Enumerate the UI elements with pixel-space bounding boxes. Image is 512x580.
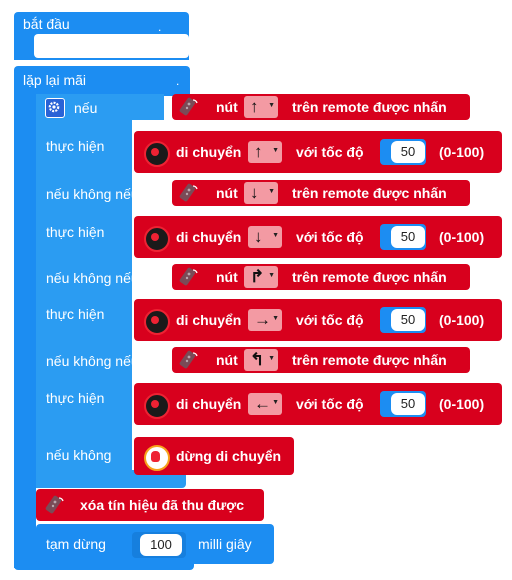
pressed-label: trên remote được nhấn	[292, 352, 447, 368]
forever-label: lặp lại mãi	[23, 72, 87, 88]
move-block-3[interactable]: di chuyển → ▼ với tốc độ 50 (0-100)	[134, 299, 502, 341]
gear-icon[interactable]	[45, 98, 65, 118]
arrow-left-icon: ←	[254, 394, 271, 413]
range-label: (0-100)	[439, 144, 485, 160]
direction-dropdown[interactable]: → ▼	[248, 309, 282, 331]
chevron-down-icon: ▼	[268, 102, 275, 109]
stop-label: dừng di chuyển	[176, 448, 282, 464]
speed-input[interactable]: 50	[391, 141, 425, 163]
chevron-down-icon: ▼	[272, 232, 279, 239]
do-label-3: thực hiện	[46, 306, 105, 322]
pressed-label: trên remote được nhấn	[292, 185, 447, 201]
start-slot	[34, 34, 189, 58]
remote-icon	[179, 350, 198, 369]
do-label-2: thực hiện	[46, 224, 105, 240]
arrow-up-icon: ↑	[254, 142, 263, 161]
chevron-down-icon: ▼	[268, 188, 275, 195]
range-label: (0-100)	[439, 312, 485, 328]
speed-label: với tốc độ	[296, 396, 364, 412]
button-dropdown[interactable]: ↑ ▼	[244, 96, 278, 118]
start-label: bắt đầu	[23, 16, 70, 32]
chevron-down-icon: ▼	[268, 355, 275, 362]
arrow-up-icon: ↑	[250, 97, 259, 116]
arrow-down-icon: ↓	[250, 183, 259, 202]
move-label: di chuyển	[176, 396, 242, 412]
do-label-4: thực hiện	[46, 390, 105, 406]
move-label: di chuyển	[176, 229, 242, 245]
remote-icon	[45, 495, 64, 514]
turn-left-icon: ↰	[250, 350, 265, 369]
move-block-1[interactable]: di chuyển ↑ ▼ với tốc độ 50 (0-100)	[134, 131, 502, 173]
arrow-down-icon: ↓	[254, 227, 263, 246]
arrow-right-icon: →	[254, 310, 271, 329]
move-label: di chuyển	[176, 144, 242, 160]
speed-input[interactable]: 50	[391, 309, 425, 331]
speed-input[interactable]: 50	[391, 226, 425, 248]
chevron-down-icon: ▼	[272, 147, 279, 154]
button-dropdown[interactable]: ↱ ▼	[244, 266, 278, 288]
stop-block[interactable]: dừng di chuyển	[134, 437, 294, 475]
pause-label: tạm dừng	[46, 536, 106, 552]
remote-condition-4[interactable]: nút ↰ ▼ trên remote được nhấn	[172, 347, 470, 373]
button-label: nút	[216, 185, 238, 201]
move-block-2[interactable]: di chuyển ↓ ▼ với tốc độ 50 (0-100)	[134, 216, 502, 258]
else-if-label-3: nếu không nếu	[46, 353, 139, 369]
do-label-1: thực hiện	[46, 138, 105, 154]
robot-wheel-icon	[144, 226, 170, 252]
speed-label: với tốc độ	[296, 144, 364, 160]
range-label: (0-100)	[439, 396, 485, 412]
robot-wheel-icon	[144, 141, 170, 167]
speed-label: với tốc độ	[296, 229, 364, 245]
pause-duration-input[interactable]: 100	[140, 534, 182, 556]
robot-wheel-icon	[144, 393, 170, 419]
remote-icon	[179, 97, 198, 116]
speed-input[interactable]: 50	[391, 393, 425, 415]
if-label: nếu	[74, 100, 98, 116]
forever-arm	[14, 90, 36, 568]
turn-right-icon: ↱	[250, 267, 265, 286]
speed-label: với tốc độ	[296, 312, 364, 328]
hand-stop-icon	[144, 445, 170, 471]
range-label: (0-100)	[439, 229, 485, 245]
remote-condition-3[interactable]: nút ↱ ▼ trên remote được nhấn	[172, 264, 470, 290]
clear-signal-block[interactable]: xóa tín hiệu đã thu được	[36, 489, 264, 521]
direction-dropdown[interactable]: ↓ ▼	[248, 226, 282, 248]
button-label: nút	[216, 269, 238, 285]
pause-block[interactable]: tạm dừng 100 milli giây	[36, 524, 274, 564]
remote-icon	[179, 183, 198, 202]
else-label: nếu không	[46, 447, 112, 463]
button-dropdown[interactable]: ↓ ▼	[244, 182, 278, 204]
button-label: nút	[216, 99, 238, 115]
chevron-down-icon: ▼	[268, 272, 275, 279]
robot-wheel-icon	[144, 309, 170, 335]
chevron-down-icon: ▼	[272, 399, 279, 406]
pressed-label: trên remote được nhấn	[292, 99, 447, 115]
button-label: nút	[216, 352, 238, 368]
button-dropdown[interactable]: ↰ ▼	[244, 349, 278, 371]
else-if-label-2: nếu không nếu	[46, 270, 139, 286]
else-if-label-1: nếu không nếu	[46, 186, 139, 202]
chevron-down-icon: ▼	[272, 315, 279, 322]
move-block-4[interactable]: di chuyển ← ▼ với tốc độ 50 (0-100)	[134, 383, 502, 425]
direction-dropdown[interactable]: ↑ ▼	[248, 141, 282, 163]
remote-condition-1[interactable]: nút ↑ ▼ trên remote được nhấn	[172, 94, 470, 120]
clear-label: xóa tín hiệu đã thu được	[80, 497, 244, 513]
move-label: di chuyển	[176, 312, 242, 328]
direction-dropdown[interactable]: ← ▼	[248, 393, 282, 415]
pause-unit-label: milli giây	[198, 536, 252, 552]
pressed-label: trên remote được nhấn	[292, 269, 447, 285]
remote-condition-2[interactable]: nút ↓ ▼ trên remote được nhấn	[172, 180, 470, 206]
remote-icon	[179, 267, 198, 286]
